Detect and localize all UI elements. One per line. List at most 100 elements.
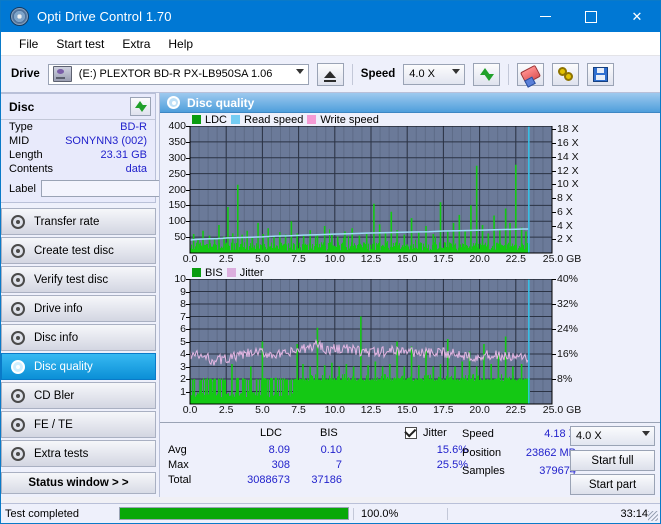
disc-row-value: BD-R — [120, 121, 147, 133]
disc-row-key: Length — [9, 149, 43, 161]
eject-button[interactable] — [316, 62, 344, 86]
disc-info-icon — [11, 330, 25, 345]
speed-select[interactable]: 4.0 X — [403, 63, 466, 85]
chart-xaxis-top: 0.0 2.5 5.0 7.5 10.0 12.5 15.0 17.5 20.0 22.5 25.0… — [160, 253, 660, 266]
settings-button[interactable] — [552, 62, 580, 86]
disc-row-value: SONYNN3 (002) — [65, 135, 147, 147]
y-tick — [186, 157, 190, 159]
chart-bis-jitter: BIS Jitter 1 2 3 4 5 6 7 8 9 10 8% 16% 24% 32% 40% 0.0… — [160, 266, 660, 417]
y-tick-label: 2 — [180, 373, 186, 385]
legend-swatch-read-speed — [231, 115, 241, 124]
disc-row-value: 23.31 GB — [100, 149, 147, 161]
gears-icon — [558, 67, 574, 81]
stats-total-ldc: 3088673 — [247, 474, 290, 486]
y-tick — [186, 189, 190, 191]
x-tick-label: 15.0 — [396, 404, 418, 416]
y2-tick-label: 18 X — [557, 123, 579, 136]
jitter-checkbox-row[interactable]: Jitter — [404, 424, 447, 439]
y-tick — [186, 379, 190, 380]
disc-refresh-button[interactable] — [130, 97, 151, 116]
sidebar-item-extra-tests[interactable]: Extra tests — [1, 440, 156, 467]
status-window-button[interactable]: Status window > > — [1, 472, 156, 494]
y-tick-label: 400 — [168, 120, 186, 132]
stats-speed-select[interactable]: 4.0 X — [570, 426, 655, 446]
sidebar-item-label: Disc quality — [34, 360, 93, 373]
sidebar-nav: Transfer rate Create test disc Verify te… — [1, 208, 159, 469]
sidebar-item-disc-quality[interactable]: Disc quality — [1, 353, 156, 380]
x-tick-label: 7.5 — [291, 404, 306, 416]
x-tick-label: 20.0 — [469, 253, 490, 265]
chevron-down-icon — [642, 431, 650, 436]
sidebar-item-label: Verify test disc — [34, 273, 109, 286]
y-tick — [186, 329, 190, 330]
x-tick-label: 5.0 — [255, 253, 270, 265]
speed-select-value: 4.0 X — [409, 68, 435, 80]
chart-plot-bottom[interactable]: 1 2 3 4 5 6 7 8 9 10 8% 16% 24% 32% 40% — [160, 273, 660, 405]
y-tick-label: 100 — [168, 215, 186, 228]
drive-label: Drive — [11, 68, 40, 80]
refresh-button[interactable] — [473, 62, 501, 86]
stats-speed-label: Speed — [462, 428, 494, 440]
y-tick-label: 150 — [168, 199, 186, 212]
y2-tick-label: 12 X — [557, 164, 579, 177]
chevron-down-icon — [295, 68, 304, 74]
stats-col-ldc: LDC — [260, 427, 283, 439]
erase-button[interactable] — [517, 62, 545, 86]
jitter-checkbox[interactable] — [404, 424, 417, 439]
refresh-icon — [479, 67, 494, 81]
y-tick-label: 8 — [180, 298, 186, 310]
y-tick — [186, 279, 190, 280]
sidebar-item-label: FE / TE — [34, 418, 73, 431]
app-window: Opti Drive Control 1.70 ✕ File Start tes… — [0, 0, 661, 524]
disc-test-icon — [11, 417, 25, 432]
stats-speed-value: 4.18 X — [544, 428, 576, 440]
y2-tick-label: 4 X — [557, 219, 573, 232]
legend-label-jitter: Jitter — [239, 266, 264, 279]
x-tick-label: 0.0 — [182, 404, 198, 416]
sidebar-item-drive-info[interactable]: Drive info — [1, 295, 156, 322]
minimize-button[interactable] — [522, 1, 568, 32]
stats-max-bis: 7 — [335, 459, 342, 471]
y2-tick — [552, 143, 556, 145]
legend-label-ldc: LDC — [205, 113, 228, 126]
menu-item-help[interactable]: Help — [159, 35, 202, 53]
sidebar-item-transfer-rate[interactable]: Transfer rate — [1, 208, 156, 235]
drive-icon — [52, 66, 72, 82]
maximize-button[interactable] — [568, 1, 614, 32]
sidebar-item-fe-te[interactable]: FE / TE — [1, 411, 156, 438]
start-full-button[interactable]: Start full — [570, 450, 655, 471]
y2-tick-label: 32% — [557, 298, 579, 310]
y-tick — [186, 141, 190, 143]
progress-fill — [120, 508, 348, 519]
sidebar-item-create-test-disc[interactable]: Create test disc — [1, 237, 156, 264]
y-tick-label: 50 — [174, 231, 186, 244]
sidebar-item-disc-info[interactable]: Disc info — [1, 324, 156, 351]
sidebar-item-cd-bler[interactable]: CD Bler — [1, 382, 156, 409]
sidebar-item-label: Extra tests — [34, 447, 89, 460]
start-part-button[interactable]: Start part — [570, 474, 655, 495]
y-tick-label: 1 — [180, 385, 186, 398]
stats-avg-jitter: 15.6% — [436, 444, 468, 456]
drive-info-icon — [11, 301, 25, 316]
x-tick-label: 0.0 — [182, 253, 198, 265]
drive-select[interactable]: (E:) PLEXTOR BD-R PX-LB950SA 1.06 — [47, 63, 309, 85]
menu-item-file[interactable]: File — [10, 35, 47, 53]
menu-item-extra[interactable]: Extra — [113, 35, 159, 53]
resize-grip[interactable] — [648, 511, 658, 521]
progress-bar — [119, 507, 349, 520]
y-tick — [186, 291, 190, 293]
y-tick — [186, 391, 190, 393]
close-button[interactable]: ✕ — [614, 1, 660, 32]
chart-legend-bottom: BIS Jitter — [160, 266, 660, 279]
chart-svg — [189, 279, 553, 405]
y-tick-label: 10 — [174, 273, 186, 285]
legend-label-write-speed: Write speed — [320, 113, 379, 126]
stats-samples-label: Samples — [462, 465, 505, 477]
sidebar-item-verify-test-disc[interactable]: Verify test disc — [1, 266, 156, 293]
y2-tick-label: 8% — [557, 373, 573, 385]
y-tick — [186, 237, 190, 239]
sidebar: Disc Type BD-R MID SONYNN3 (002) Length … — [1, 93, 248, 497]
chart-plot-top[interactable]: 50 100 150 200 250 300 350 400 2 X4 X6 X8 X 10 X1… — [160, 120, 660, 254]
menu-item-start-test[interactable]: Start test — [47, 35, 113, 53]
save-button[interactable] — [587, 62, 615, 86]
